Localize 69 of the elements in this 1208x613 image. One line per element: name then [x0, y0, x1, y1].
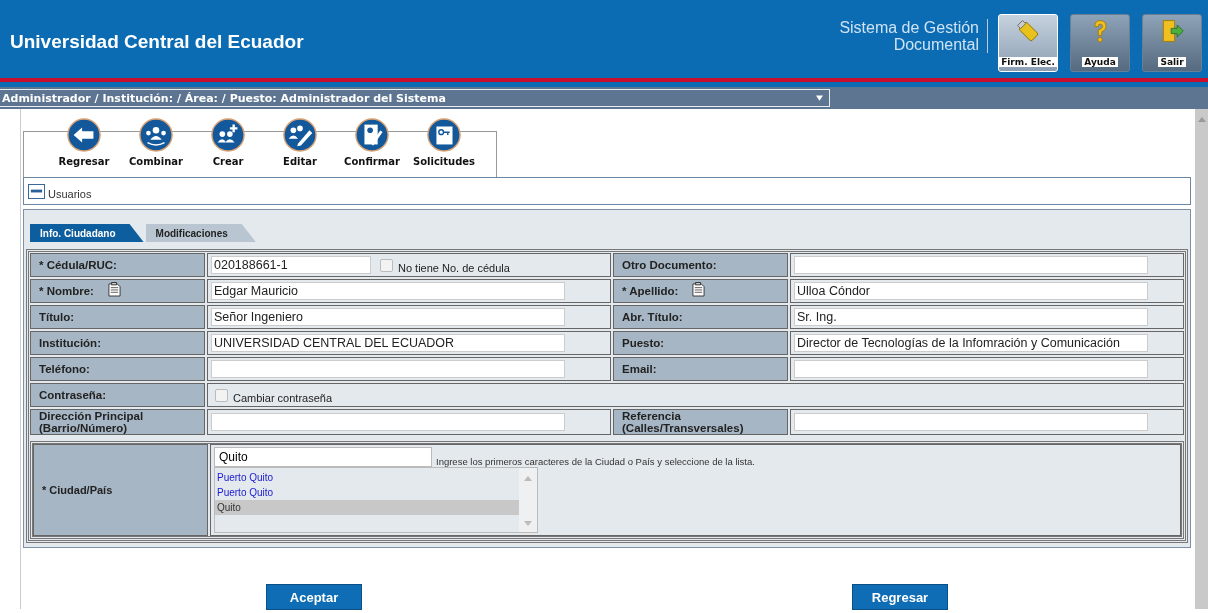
text-field[interactable]: 020188661-1 — [211, 256, 371, 274]
field-label: Dirección Principal (Barrio/Número) — [39, 410, 144, 434]
toolbar-button[interactable]: Regresar — [50, 118, 118, 177]
document-icon[interactable] — [692, 281, 706, 297]
scrollbar[interactable] — [519, 468, 537, 532]
person-check-icon — [355, 118, 389, 152]
caret-icon — [816, 95, 823, 101]
city-field[interactable]: Quito — [214, 447, 432, 467]
text-field[interactable]: Señor Ingeniero — [211, 308, 565, 326]
document-icon[interactable] — [107, 281, 121, 297]
field-label: * Apellido: — [622, 285, 679, 297]
text-field[interactable] — [794, 360, 1148, 378]
app-title: Universidad Central del Ecuador — [10, 31, 305, 53]
text-field[interactable]: Sr. Ing. — [794, 308, 1148, 326]
field-label: Referencia (Calles/Transversales) — [622, 410, 744, 434]
list-option[interactable]: Quito — [215, 500, 519, 515]
header-button[interactable]: Ayuda — [1070, 14, 1130, 72]
toolbar-button[interactable]: Solicitudes — [410, 118, 478, 177]
text-field[interactable]: Edgar Mauricio — [211, 282, 565, 300]
field-label: Email: — [622, 363, 657, 375]
people-pencil-icon — [283, 118, 317, 152]
scroll-up-icon[interactable] — [524, 476, 532, 481]
field-label: Título: — [39, 311, 75, 323]
arrow-left-icon — [67, 118, 101, 152]
text-field[interactable]: Ulloa Cóndor — [794, 282, 1148, 300]
field-label: Puesto: — [622, 337, 665, 349]
role-dropdown[interactable]: Administrador / Institución: / Área: / Puesto: Administrador del Sistema — [0, 89, 830, 107]
tab[interactable]: Info. Ciudadano — [30, 224, 144, 242]
hint-text: Ingrese los primeros caracteres de la Ciudad o País y seleccione de la lista. — [436, 456, 755, 467]
header-button[interactable]: Salir — [1142, 14, 1202, 72]
checkbox-label: Cambiar contraseña — [233, 391, 333, 404]
text-field[interactable]: Director de Tecnologías de la Infomración y Comunicación — [794, 334, 1148, 352]
toolbar-button[interactable]: Crear — [194, 118, 262, 177]
list-option[interactable]: Puerto Quito — [215, 485, 519, 500]
tab[interactable]: Modificaciones — [145, 224, 256, 242]
field-label: Abr. Título: — [622, 311, 683, 323]
field-label: * Cédula/RUC: — [39, 259, 117, 271]
toolbar-button[interactable]: Combinar — [122, 118, 190, 177]
key-icon — [427, 118, 461, 152]
field-label: Teléfono: — [39, 363, 90, 375]
usb-stick-icon — [1015, 18, 1041, 44]
field-label: * Ciudad/País — [42, 484, 113, 496]
panel-title: Usuarios — [48, 188, 92, 200]
list-option[interactable]: Puerto Quito — [215, 470, 519, 485]
scroll-down-icon[interactable] — [524, 521, 532, 526]
system-name: Sistema de Gestión Documental — [839, 19, 988, 53]
text-field[interactable] — [794, 256, 1148, 274]
city-listbox[interactable]: Puerto Quito Puerto Quito Quito — [214, 467, 538, 533]
field-label: * Nombre: — [39, 285, 94, 297]
text-field[interactable] — [211, 413, 565, 431]
field-label: Contraseña: — [39, 389, 107, 401]
action-button[interactable]: Regresar — [852, 584, 948, 610]
page-scrollbar[interactable] — [1195, 109, 1208, 609]
toolbar-button[interactable]: Editar — [266, 118, 334, 177]
people-group-icon — [139, 118, 173, 152]
collapse-icon[interactable] — [28, 183, 45, 199]
checkbox[interactable] — [215, 388, 228, 402]
people-plus-icon — [211, 118, 245, 152]
field-label: Institución: — [39, 337, 101, 349]
text-field[interactable] — [211, 360, 565, 378]
header-button[interactable]: Firm. Elec. — [998, 14, 1058, 72]
text-field[interactable] — [794, 413, 1148, 431]
scroll-up-icon[interactable] — [1197, 117, 1206, 122]
toolbar-button[interactable]: Confirmar — [338, 118, 406, 177]
action-button[interactable]: Aceptar — [266, 584, 362, 610]
text-field[interactable]: UNIVERSIDAD CENTRAL DEL ECUADOR — [211, 334, 565, 352]
field-label: Otro Documento: — [622, 259, 717, 271]
checkbox[interactable] — [380, 258, 393, 272]
checkbox-label: No tiene No. de cédula — [398, 261, 510, 274]
